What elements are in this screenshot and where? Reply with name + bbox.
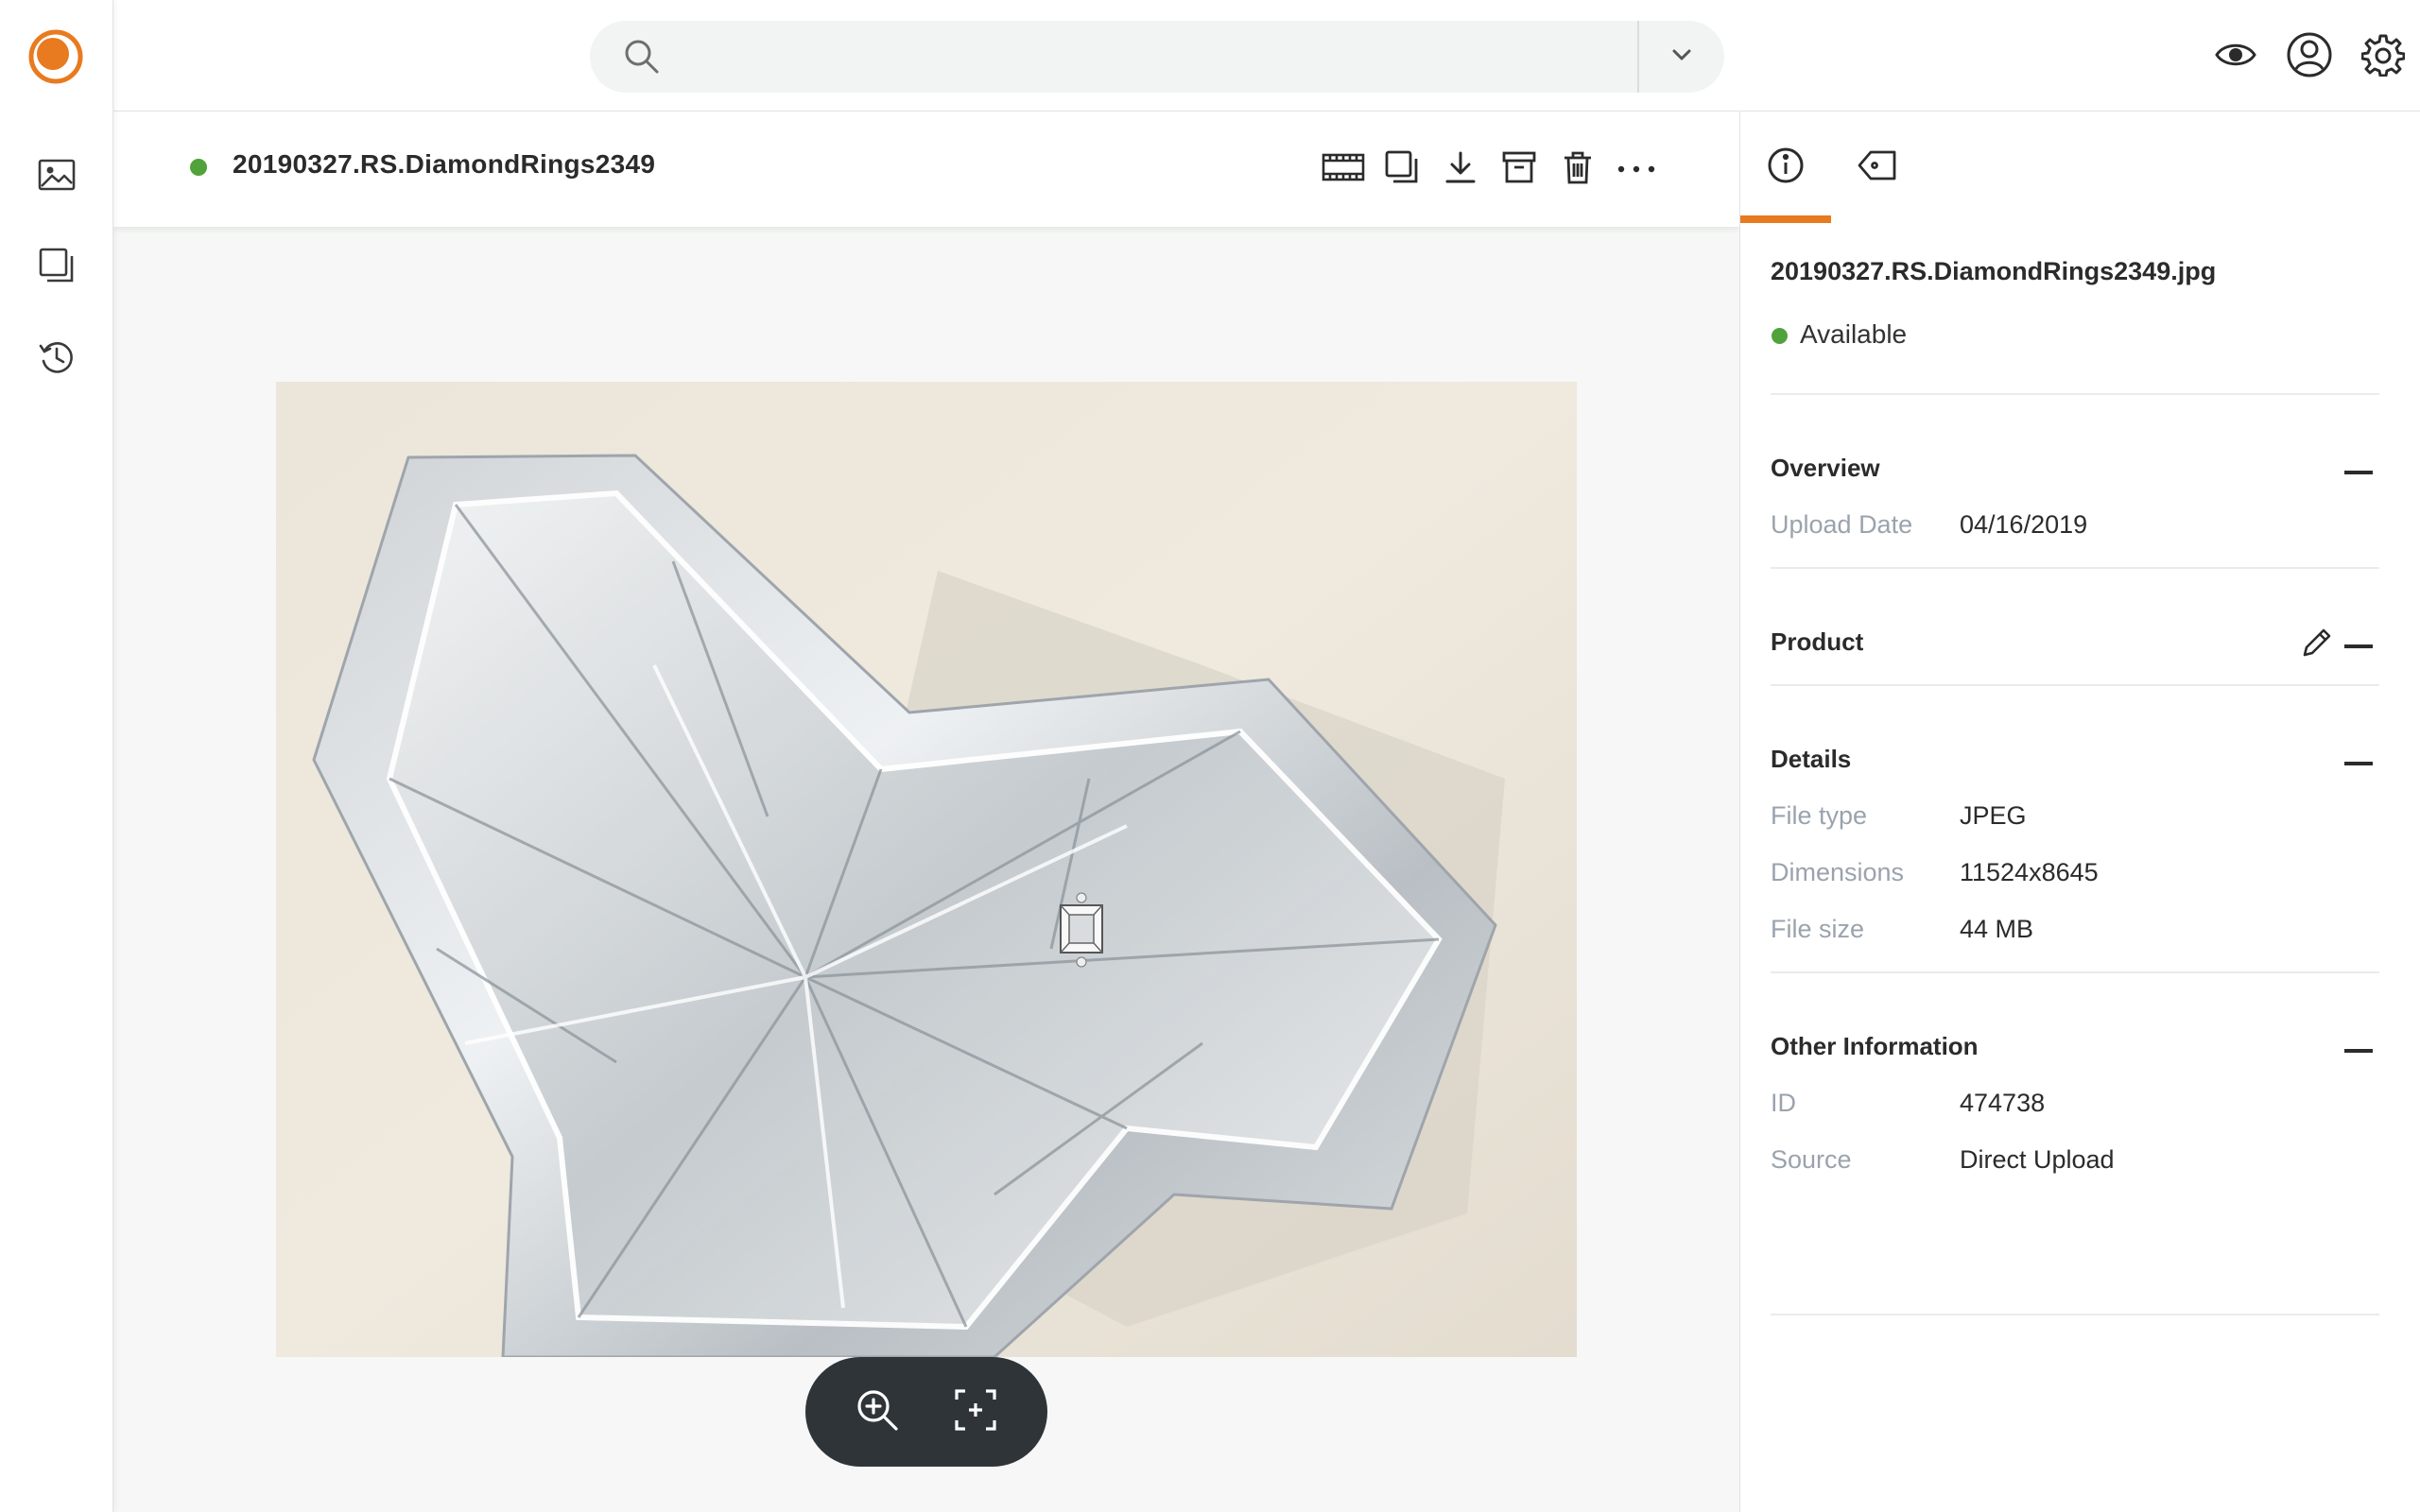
filmstrip-icon — [1322, 153, 1365, 186]
field-label: File size — [1771, 915, 1865, 943]
asset-viewer: 20190327.RS.DiamondRings2349 — [113, 112, 1739, 1512]
edit-product-button[interactable] — [2296, 624, 2338, 665]
chevron-down-icon — [1670, 47, 1693, 67]
pencil-icon — [2301, 627, 2333, 663]
account-button[interactable] — [2273, 21, 2346, 93]
top-bar — [113, 0, 2420, 112]
tab-tags[interactable] — [1831, 112, 1922, 223]
field-label: ID — [1771, 1089, 1796, 1117]
left-rail — [0, 0, 113, 1512]
section-title[interactable]: Other Information — [1771, 1032, 1979, 1061]
archive-button[interactable] — [1490, 138, 1548, 200]
copy-button[interactable] — [1373, 138, 1431, 200]
collapse-button[interactable] — [2338, 624, 2379, 665]
settings-button[interactable] — [2346, 21, 2420, 93]
section-title[interactable]: Details — [1771, 745, 1851, 774]
fit-screen-icon — [954, 1388, 997, 1436]
more-icon — [1617, 161, 1655, 178]
search-bar — [590, 21, 1724, 93]
search-options-button[interactable] — [1639, 21, 1724, 93]
section-title[interactable]: Product — [1771, 627, 1863, 657]
download-icon — [1444, 150, 1477, 189]
info-icon — [1767, 146, 1805, 189]
zoom-in-button[interactable] — [849, 1383, 906, 1440]
field-label: File type — [1771, 801, 1868, 830]
rail-item-collections[interactable] — [28, 239, 85, 296]
divider — [1771, 567, 2379, 569]
tab-info[interactable] — [1740, 112, 1831, 223]
asset-toolbar — [1314, 138, 1666, 200]
field-value: Direct Upload — [1960, 1145, 2115, 1174]
zoom-controls — [805, 1357, 1047, 1467]
field-value: 474738 — [1960, 1089, 2046, 1117]
field-value: 11524x8645 — [1960, 858, 2099, 886]
collapse-button[interactable] — [2338, 1028, 2379, 1070]
filmstrip-button[interactable] — [1314, 138, 1373, 200]
field-label: Upload Date — [1771, 510, 1913, 539]
divider — [1771, 393, 2379, 395]
app-logo[interactable] — [26, 27, 85, 86]
trash-icon — [1563, 150, 1593, 189]
header-actions — [2199, 21, 2420, 93]
image-icon — [38, 159, 76, 196]
search-input[interactable] — [694, 21, 1637, 93]
delete-button[interactable] — [1548, 138, 1607, 200]
copy-icon — [1385, 150, 1419, 189]
field-value: JPEG — [1960, 801, 2027, 830]
divider — [1771, 684, 2379, 686]
info-panel: 20190327.RS.DiamondRings2349.jpg Availab… — [1739, 112, 2420, 1512]
divider — [1771, 971, 2379, 973]
panel-tabs — [1740, 112, 2420, 227]
user-icon — [2286, 31, 2333, 83]
minus-icon — [2344, 1040, 2373, 1057]
asset-filename: 20190327.RS.DiamondRings2349.jpg — [1771, 257, 2217, 285]
gear-icon — [2360, 33, 2406, 81]
asset-image[interactable] — [276, 382, 1577, 1357]
availability-status: Available — [1800, 319, 1908, 349]
status-indicator — [190, 159, 207, 176]
field-label: Dimensions — [1771, 858, 1905, 886]
download-button[interactable] — [1431, 138, 1490, 200]
availability-dot — [1772, 328, 1788, 344]
collections-icon — [39, 248, 75, 288]
field-value: 44 MB — [1960, 915, 2034, 943]
zoom-in-icon — [856, 1388, 899, 1436]
minus-icon — [2344, 636, 2373, 653]
field-value: 04/16/2019 — [1960, 510, 2088, 539]
archive-icon — [1502, 150, 1536, 189]
search-icon[interactable] — [590, 21, 694, 93]
field-label: Source — [1771, 1145, 1852, 1174]
preview-button[interactable] — [2199, 21, 2273, 93]
section-title[interactable]: Overview — [1771, 454, 1880, 483]
collapse-button[interactable] — [2338, 450, 2379, 491]
divider — [1771, 1314, 2379, 1315]
active-tab-indicator — [1740, 215, 1831, 223]
minus-icon — [2344, 462, 2373, 479]
more-button[interactable] — [1607, 138, 1666, 200]
collapse-button[interactable] — [2338, 741, 2379, 782]
history-icon — [38, 338, 76, 381]
fit-screen-button[interactable] — [947, 1383, 1004, 1440]
eye-icon — [2215, 41, 2256, 74]
minus-icon — [2344, 753, 2373, 770]
asset-header: 20190327.RS.DiamondRings2349 — [113, 112, 1739, 227]
asset-title: 20190327.RS.DiamondRings2349 — [233, 149, 656, 179]
rail-item-assets[interactable] — [28, 148, 85, 205]
tag-icon — [1855, 148, 1898, 187]
rail-item-history[interactable] — [28, 331, 85, 387]
